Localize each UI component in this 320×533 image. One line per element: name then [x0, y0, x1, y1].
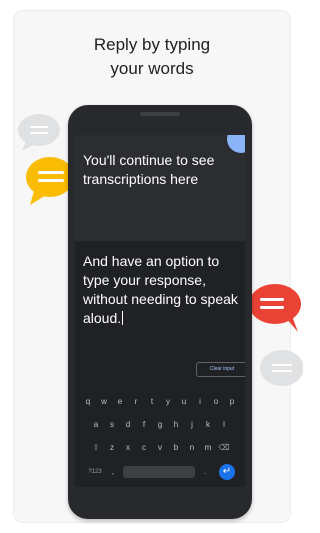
chat-bubble-gray-small-icon	[258, 348, 303, 388]
chat-bubble-gray-icon	[17, 113, 61, 153]
key-comma[interactable]: ,	[106, 465, 120, 479]
key-l[interactable]: l	[217, 418, 231, 432]
key-a[interactable]: a	[89, 418, 103, 432]
transcription-text: You'll continue to see transcriptions he…	[83, 152, 215, 187]
key-v[interactable]: v	[153, 441, 167, 455]
key-t[interactable]: t	[145, 395, 159, 409]
phone-screen: You'll continue to see transcriptions he…	[75, 135, 245, 487]
key-q[interactable]: q	[81, 395, 95, 409]
key-j[interactable]: j	[185, 418, 199, 432]
headline-line-1: Reply by typing	[93, 35, 211, 54]
backspace-key-icon[interactable]: ⌫	[217, 441, 231, 455]
shift-key-icon[interactable]: ⇧	[89, 441, 103, 455]
key-c[interactable]: c	[137, 441, 151, 455]
key-x[interactable]: x	[121, 441, 135, 455]
symbols-key[interactable]: ?123	[86, 465, 104, 479]
key-o[interactable]: o	[209, 395, 223, 409]
phone-speaker	[140, 112, 180, 116]
transcription-pane: You'll continue to see transcriptions he…	[75, 135, 245, 241]
headline-line-2: your words	[110, 59, 194, 78]
keyboard-row-4: ?123 , . ↵	[75, 464, 245, 480]
text-cursor	[122, 311, 124, 325]
space-bar[interactable]	[123, 466, 195, 478]
chat-bubble-red-icon	[248, 282, 303, 334]
phone-device: You'll continue to see transcriptions he…	[68, 105, 252, 519]
key-k[interactable]: k	[201, 418, 215, 432]
clear-input-button[interactable]: Clear input	[196, 362, 245, 377]
key-e[interactable]: e	[113, 395, 127, 409]
key-p[interactable]: p	[225, 395, 239, 409]
typed-response-text: And have an option to type your response…	[83, 253, 238, 326]
key-z[interactable]: z	[105, 441, 119, 455]
keyboard-row-1: q w e r t y u i o p	[75, 395, 245, 409]
chat-bubble-yellow-icon	[24, 155, 74, 207]
on-screen-keyboard: q w e r t y u i o p a s d f g h j k l ⇧ …	[75, 388, 245, 487]
key-period[interactable]: .	[198, 465, 212, 479]
key-h[interactable]: h	[169, 418, 183, 432]
key-w[interactable]: w	[97, 395, 111, 409]
key-i[interactable]: i	[193, 395, 207, 409]
enter-key-icon[interactable]: ↵	[219, 464, 235, 480]
key-y[interactable]: y	[161, 395, 175, 409]
key-n[interactable]: n	[185, 441, 199, 455]
typed-response[interactable]: And have an option to type your response…	[83, 252, 243, 328]
key-g[interactable]: g	[153, 418, 167, 432]
key-f[interactable]: f	[137, 418, 151, 432]
key-m[interactable]: m	[201, 441, 215, 455]
key-s[interactable]: s	[105, 418, 119, 432]
key-u[interactable]: u	[177, 395, 191, 409]
key-d[interactable]: d	[121, 418, 135, 432]
keyboard-row-2: a s d f g h j k l	[75, 418, 245, 432]
keyboard-row-3: ⇧ z x c v b n m ⌫	[75, 441, 245, 455]
headline: Reply by typing your words	[13, 33, 291, 81]
key-b[interactable]: b	[169, 441, 183, 455]
key-r[interactable]: r	[129, 395, 143, 409]
